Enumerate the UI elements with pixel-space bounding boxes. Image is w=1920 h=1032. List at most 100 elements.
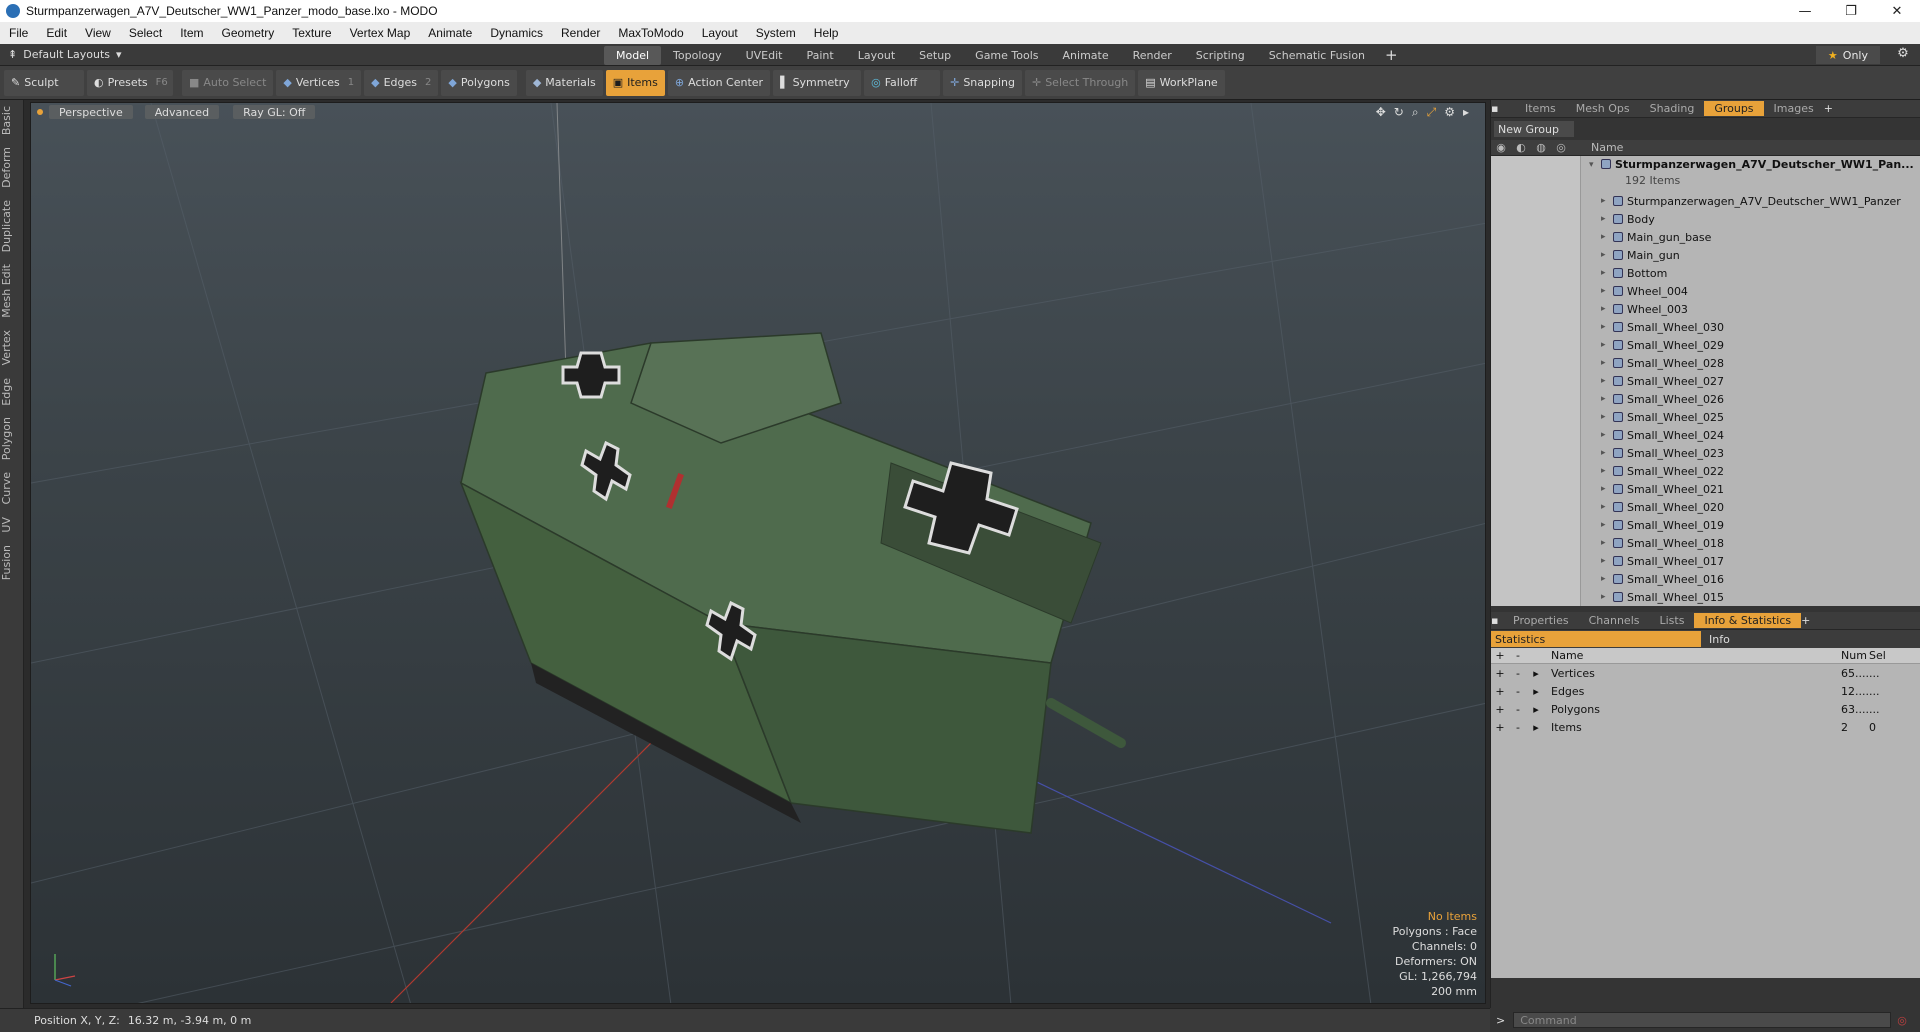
menu-dynamics[interactable]: Dynamics: [481, 26, 552, 40]
perspective-button[interactable]: Perspective: [49, 105, 133, 119]
panel-menu-icon[interactable]: ▪: [1491, 614, 1503, 627]
expand-arrow-icon[interactable]: ▸: [1601, 466, 1606, 476]
tab-paint[interactable]: Paint: [795, 46, 846, 65]
add-icon[interactable]: +: [1491, 667, 1509, 680]
tab-uvedit[interactable]: UVEdit: [734, 46, 795, 65]
tree-row[interactable]: ▸ Bottom: [1491, 264, 1920, 282]
expand-arrow-icon[interactable]: ▸: [1527, 721, 1545, 734]
collapse-all-icon[interactable]: -: [1509, 649, 1527, 662]
tree-row[interactable]: ▸ Small_Wheel_015: [1491, 588, 1920, 606]
tab-layout[interactable]: Layout: [846, 46, 907, 65]
tab-channels[interactable]: Channels: [1579, 613, 1650, 628]
materials-button[interactable]: ◆ Materials: [525, 69, 603, 96]
tab-info-statistics[interactable]: Info & Statistics: [1694, 613, 1802, 628]
tab-lists[interactable]: Lists: [1650, 613, 1695, 628]
add-icon[interactable]: +: [1491, 703, 1509, 716]
tree-row[interactable]: ▸ Wheel_004: [1491, 282, 1920, 300]
tab-animate[interactable]: Animate: [1051, 46, 1121, 65]
tab-mesh-ops[interactable]: Mesh Ops: [1566, 101, 1640, 116]
menu-vertex-map[interactable]: Vertex Map: [341, 26, 420, 40]
tab-groups[interactable]: Groups: [1704, 101, 1764, 116]
select-icon[interactable]: ◎: [1551, 141, 1571, 154]
remove-icon[interactable]: -: [1509, 685, 1527, 698]
menu-animate[interactable]: Animate: [419, 26, 481, 40]
menu-help[interactable]: Help: [805, 26, 848, 40]
tab-topology[interactable]: Topology: [661, 46, 734, 65]
expand-arrow-icon[interactable]: ▸: [1601, 232, 1606, 242]
tab-edge[interactable]: Edge: [0, 372, 24, 412]
expand-arrow-icon[interactable]: ▸: [1601, 412, 1606, 422]
zoom-icon[interactable]: ⌕: [1412, 105, 1419, 120]
menu-view[interactable]: View: [76, 26, 120, 40]
viewport-menu-dot[interactable]: [37, 109, 43, 115]
default-layouts-dropdown[interactable]: ⇞ Default Layouts ▾: [8, 48, 122, 61]
edges-button[interactable]: ◆ Edges 2: [364, 69, 439, 96]
tree-row[interactable]: ▸ Small_Wheel_016: [1491, 570, 1920, 588]
tree-row[interactable]: ▸ Small_Wheel_030: [1491, 318, 1920, 336]
minimize-button[interactable]: —: [1782, 0, 1828, 22]
auto-select-button[interactable]: ■ Auto Select: [182, 69, 274, 96]
settings-gear-icon[interactable]: ⚙: [1444, 105, 1455, 120]
remove-icon[interactable]: -: [1509, 721, 1527, 734]
expand-arrow-icon[interactable]: ▸: [1601, 592, 1606, 602]
tab-model[interactable]: Model: [604, 45, 662, 65]
tab-vertex[interactable]: Vertex: [0, 324, 24, 371]
vertices-button[interactable]: ◆ Vertices 1: [276, 69, 362, 96]
tab-shading[interactable]: Shading: [1640, 101, 1705, 116]
add-panel-tab-icon[interactable]: +: [1801, 614, 1810, 627]
expand-arrow-icon[interactable]: ▸: [1601, 448, 1606, 458]
maximize-button[interactable]: ❐: [1828, 0, 1874, 22]
tree-row[interactable]: ▸ Small_Wheel_017: [1491, 552, 1920, 570]
items-button[interactable]: ▣ Items: [605, 69, 665, 96]
tree-row[interactable]: ▸ Main_gun: [1491, 246, 1920, 264]
play-icon[interactable]: ▸: [1463, 105, 1469, 120]
menu-item[interactable]: Item: [171, 26, 212, 40]
tree-row[interactable]: ▸ Sturmpanzerwagen_A7V_Deutscher_WW1_Panz…: [1491, 192, 1920, 210]
menu-layout[interactable]: Layout: [693, 26, 747, 40]
render-icon[interactable]: ◐: [1511, 141, 1531, 154]
action-center-button[interactable]: ⊕ Action Center: [667, 69, 771, 96]
tree-row[interactable]: ▸ Small_Wheel_027: [1491, 372, 1920, 390]
snapping-button[interactable]: ✛ Snapping: [943, 69, 1022, 96]
shading-advanced-button[interactable]: Advanced: [144, 105, 220, 119]
collapse-arrow-icon[interactable]: ▾: [1589, 160, 1594, 170]
statistics-row[interactable]: + - ▸ Vertices 65.... ...: [1491, 664, 1920, 682]
add-panel-tab-icon[interactable]: +: [1824, 102, 1833, 115]
tree-row[interactable]: ▸ Small_Wheel_029: [1491, 336, 1920, 354]
add-tab-icon[interactable]: +: [1377, 46, 1406, 64]
tree-row[interactable]: ▸ Small_Wheel_024: [1491, 426, 1920, 444]
gear-icon[interactable]: ⚙: [1894, 46, 1912, 64]
command-input[interactable]: Command: [1513, 1012, 1892, 1028]
raygl-button[interactable]: Ray GL: Off: [233, 105, 316, 119]
symmetry-button[interactable]: ▌ Symmetry: [773, 69, 862, 96]
tree-row[interactable]: ▸ Small_Wheel_028: [1491, 354, 1920, 372]
expand-arrow-icon[interactable]: ▸: [1601, 574, 1606, 584]
close-button[interactable]: ✕: [1874, 0, 1920, 22]
tab-schematic-fusion[interactable]: Schematic Fusion: [1257, 46, 1377, 65]
menu-texture[interactable]: Texture: [283, 26, 340, 40]
tree-row[interactable]: ▸ Wheel_003: [1491, 300, 1920, 318]
expand-arrow-icon[interactable]: ▸: [1601, 430, 1606, 440]
expand-arrow-icon[interactable]: ▸: [1601, 358, 1606, 368]
add-icon[interactable]: +: [1491, 685, 1509, 698]
tab-items[interactable]: Items: [1515, 101, 1566, 116]
tree-row[interactable]: ▸ Small_Wheel_023: [1491, 444, 1920, 462]
tab-fusion[interactable]: Fusion: [0, 539, 24, 586]
group-root-row[interactable]: ▾ Sturmpanzerwagen_A7V_Deutscher_WW1_Pan…: [1491, 156, 1920, 192]
only-button[interactable]: ★ Only: [1815, 46, 1880, 64]
select-through-button[interactable]: ✛ Select Through: [1024, 69, 1136, 96]
statistics-row[interactable]: + - ▸ Edges 12.... ...: [1491, 682, 1920, 700]
menu-select[interactable]: Select: [120, 26, 171, 40]
expand-arrow-icon[interactable]: ▸: [1601, 322, 1606, 332]
panel-menu-icon[interactable]: ▪: [1491, 102, 1515, 115]
visibility-eye-icon[interactable]: ◉: [1491, 141, 1511, 154]
tab-game-tools[interactable]: Game Tools: [963, 46, 1050, 65]
add-icon[interactable]: +: [1491, 721, 1509, 734]
tree-row[interactable]: ▸ Body: [1491, 210, 1920, 228]
info-subtab[interactable]: Info: [1701, 633, 1730, 646]
tab-render[interactable]: Render: [1121, 46, 1184, 65]
statistics-row[interactable]: + - ▸ Polygons 63.... ...: [1491, 700, 1920, 718]
remove-icon[interactable]: -: [1509, 703, 1527, 716]
expand-all-icon[interactable]: +: [1491, 649, 1509, 662]
expand-arrow-icon[interactable]: ▸: [1601, 484, 1606, 494]
